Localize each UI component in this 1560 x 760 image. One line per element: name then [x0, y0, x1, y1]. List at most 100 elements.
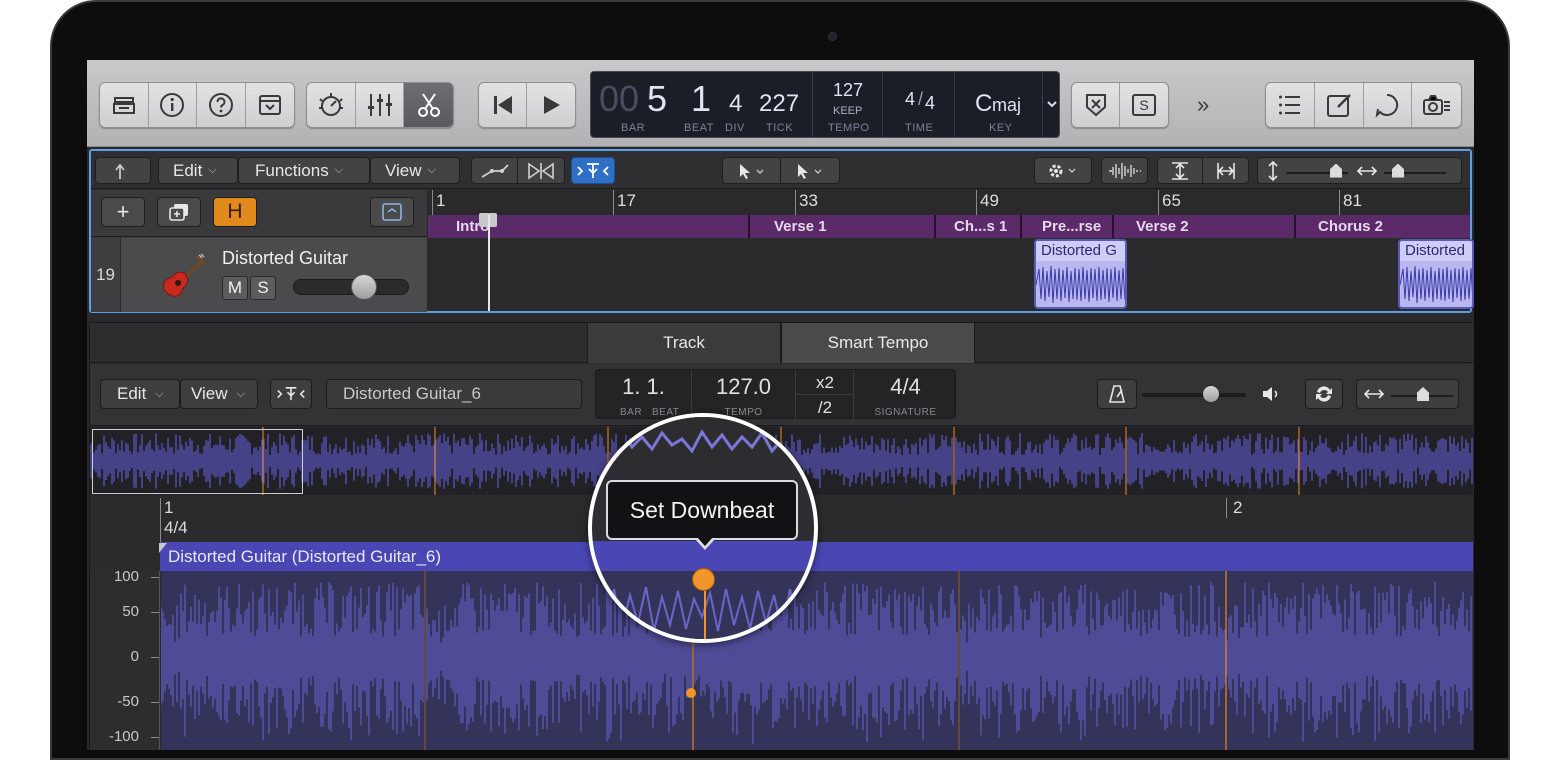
vertical-zoom-icon[interactable] — [1158, 158, 1204, 183]
vertical-zoom-slider[interactable] — [1286, 163, 1348, 178]
browsers-icon[interactable] — [1412, 83, 1461, 127]
settings-menu[interactable] — [1034, 157, 1092, 184]
waveform-display[interactable] — [161, 571, 1473, 750]
library-icon[interactable] — [100, 83, 149, 127]
play-icon[interactable] — [527, 83, 575, 127]
key-display[interactable]: C maj KEY — [955, 72, 1043, 137]
loop-browser-icon[interactable] — [1364, 83, 1413, 127]
arrangement-marker[interactable]: Verse 2 — [1114, 215, 1296, 238]
ruler-time-signature: 4/4 — [164, 518, 188, 537]
volume-slider[interactable] — [293, 274, 409, 300]
file-name-field[interactable]: Distorted Guitar_6 — [326, 379, 582, 409]
secondary-tool-icon[interactable] — [781, 158, 839, 183]
horizontal-zoom-slider[interactable] — [1384, 163, 1446, 178]
control-bar: 00 5 1 4 227 BAR BEAT DIV TICK 127 KEEP … — [87, 60, 1474, 147]
amplitude-axis: 100 50 0 -50 -100 — [90, 568, 160, 750]
pointer-tool-icon[interactable] — [723, 158, 782, 183]
tempo-display[interactable]: 127 KEEP TEMPO — [813, 72, 883, 137]
catch-button[interactable] — [571, 157, 615, 184]
automation-icon[interactable] — [472, 158, 518, 183]
duplicate-track-button[interactable] — [157, 197, 201, 227]
editor-view-menu[interactable]: View ⌵ — [180, 379, 258, 409]
flex-icon[interactable] — [518, 158, 564, 183]
time-signature-display[interactable]: 4 / 4 TIME — [883, 72, 955, 137]
y-axis-label: -50 — [117, 693, 139, 710]
slider-knob[interactable] — [1417, 387, 1429, 401]
track-lane[interactable]: Distorted G Distorted — [428, 238, 1474, 311]
editor-edit-menu[interactable]: Edit ⌵ — [100, 379, 180, 409]
note-pad-icon[interactable] — [1315, 83, 1364, 127]
waveform-zoom-button[interactable] — [1101, 157, 1148, 184]
speaker-button[interactable] — [1253, 379, 1291, 409]
time-denominator: 4 — [925, 93, 936, 113]
solo-mode-button[interactable]: S — [1120, 83, 1168, 127]
ruler-tick: 17 — [613, 190, 636, 215]
mute-button[interactable]: M — [222, 276, 248, 300]
arrangement-marker[interactable]: Chorus 2 — [1296, 215, 1470, 238]
smart-controls-icon[interactable] — [307, 83, 356, 127]
more-controls-button[interactable]: » — [1197, 92, 1209, 118]
back-button[interactable] — [95, 157, 151, 184]
tab-smart-tempo[interactable]: Smart Tempo — [781, 323, 975, 363]
beat-handle[interactable] — [686, 688, 696, 698]
y-axis-tick — [151, 577, 159, 578]
track-name[interactable]: Distorted Guitar — [222, 248, 348, 269]
lcd-display[interactable]: 00 5 1 4 227 BAR BEAT DIV TICK 127 KEEP … — [590, 71, 1060, 138]
arrangement-marker[interactable]: Verse 1 — [750, 215, 936, 238]
playhead[interactable] — [488, 215, 490, 311]
list-editors-icon[interactable] — [1266, 83, 1315, 127]
region-start-flag[interactable] — [159, 543, 167, 553]
horizontal-zoom-icon[interactable] — [1203, 158, 1248, 183]
slider-knob[interactable] — [1203, 386, 1219, 402]
double-tempo-button[interactable]: x2 — [796, 370, 854, 395]
edit-menu[interactable]: Edit ⌵ — [158, 157, 238, 184]
track-header-19[interactable]: 19 Distorted Guitar M S — [91, 238, 427, 312]
catch-icon — [577, 162, 609, 178]
audio-region[interactable]: Distorted G — [1034, 239, 1127, 309]
div-label: DIV — [725, 122, 745, 134]
tuner-icon[interactable] — [1072, 83, 1121, 127]
arrangement-marker[interactable]: Intro — [428, 215, 750, 238]
functions-menu[interactable]: Functions ⌵ — [238, 157, 370, 184]
tooltip-pointer-fill — [697, 537, 713, 546]
info-icon[interactable] — [149, 83, 197, 127]
add-track-button[interactable]: + — [101, 197, 145, 227]
arrangement-marker[interactable]: Pre...rse — [1022, 215, 1114, 238]
waveform-icon — [1108, 162, 1141, 179]
horizontal-arrows-icon — [1363, 389, 1385, 399]
cycle-button[interactable] — [1305, 379, 1343, 409]
mixer-icon[interactable] — [356, 83, 405, 127]
ruler-tick: 81 — [1339, 190, 1362, 215]
vertical-arrows-icon — [1268, 160, 1278, 181]
bar-ruler[interactable]: 1 17 33 49 65 81 — [428, 190, 1470, 215]
tab-track[interactable]: Track — [587, 323, 781, 363]
global-tracks-button[interactable] — [370, 197, 414, 227]
editor-catch-button[interactable] — [270, 379, 312, 409]
lcd-dropdown[interactable] — [1043, 72, 1060, 137]
metronome-button[interactable] — [1097, 379, 1137, 409]
beat-label: BEAT — [684, 122, 714, 134]
slider-knob[interactable] — [1392, 163, 1404, 178]
editor-zoom-track[interactable] — [1391, 387, 1453, 401]
slider-knob[interactable] — [1330, 163, 1342, 178]
rewind-icon[interactable] — [479, 83, 528, 127]
editor-edit-label: Edit — [117, 384, 147, 403]
audio-region[interactable]: Distorted — [1398, 239, 1474, 309]
position-field[interactable]: 1. 1. BAR BEAT — [596, 370, 692, 420]
volume-knob[interactable] — [351, 274, 377, 300]
signature-field[interactable]: 4/4 SIGNATURE — [854, 370, 957, 420]
toolbar-icon[interactable] — [246, 83, 295, 127]
hide-tracks-button[interactable]: H — [213, 197, 257, 227]
downbeat-marker[interactable] — [692, 568, 715, 591]
half-tempo-button[interactable]: /2 — [796, 395, 854, 420]
arrangement-marker[interactable]: Ch...s 1 — [936, 215, 1022, 238]
editors-icon[interactable] — [404, 83, 453, 127]
solo-button[interactable]: S — [250, 276, 276, 300]
help-icon[interactable] — [197, 83, 246, 127]
overview-selection[interactable] — [92, 429, 303, 494]
preview-volume-slider[interactable] — [1142, 386, 1246, 402]
zoom-buttons — [1157, 157, 1249, 184]
view-menu[interactable]: View ⌵ — [370, 157, 460, 184]
ruler-tick: 65 — [1158, 190, 1181, 215]
mode-buttons-group: S — [1071, 82, 1169, 128]
